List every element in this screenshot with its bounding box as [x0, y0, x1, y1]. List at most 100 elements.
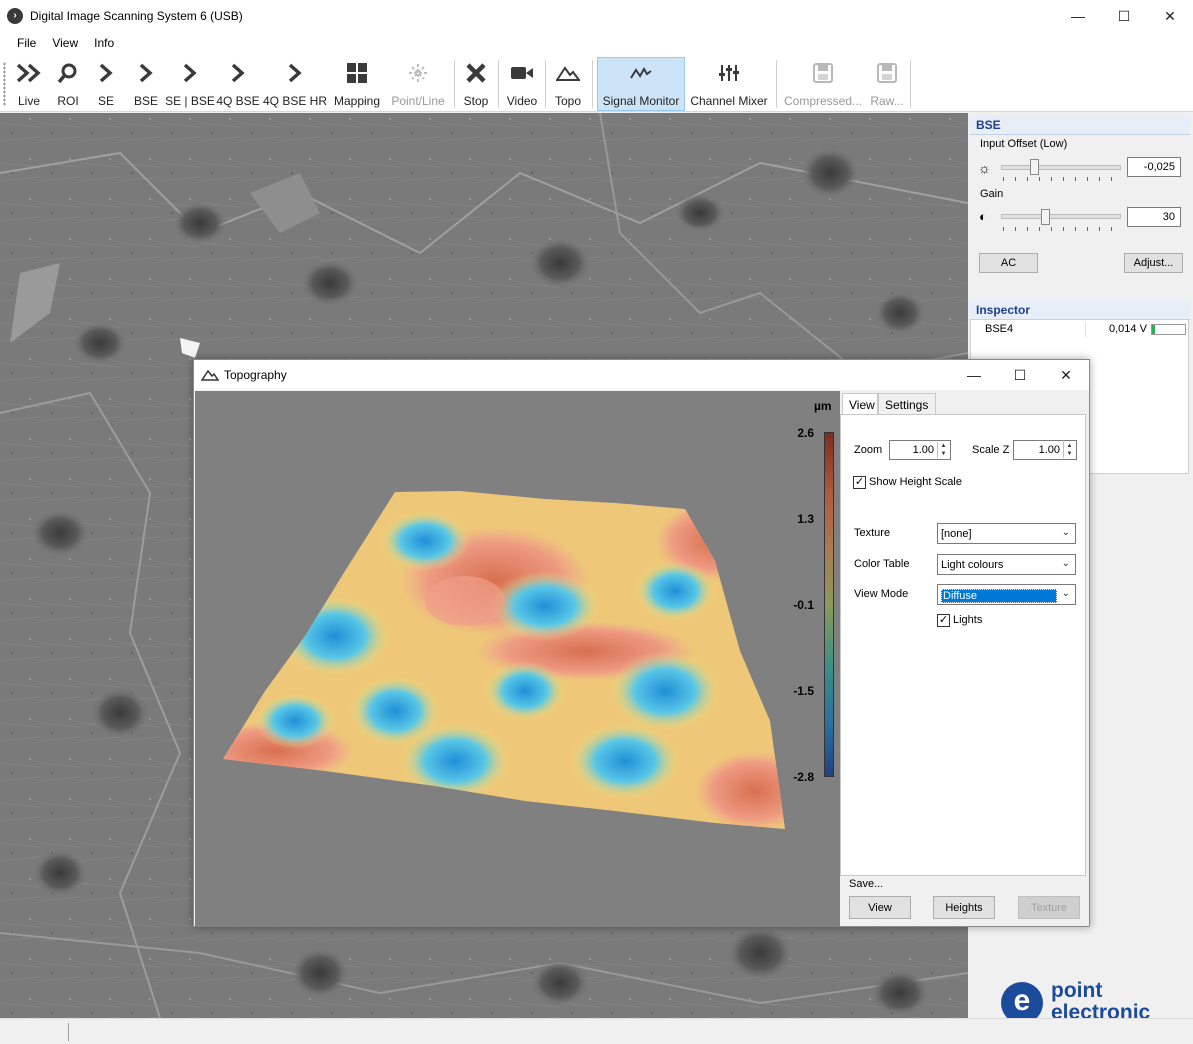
title-bar: › Digital Image Scanning System 6 (USB) … [0, 0, 1193, 32]
toolbar-grip[interactable] [3, 62, 6, 106]
grid-icon [346, 58, 368, 88]
height-scale-label: 2.6 [797, 426, 814, 440]
height-scale-label: -1.5 [793, 684, 814, 698]
mountain-icon [556, 58, 580, 88]
mountain-icon [200, 368, 220, 385]
chevron-right-icon [139, 58, 153, 88]
point-line-button[interactable]: Point/Line [389, 58, 447, 110]
gain-slider[interactable] [1001, 214, 1121, 219]
stop-x-icon [465, 58, 487, 88]
inspector-panel-title: Inspector [970, 300, 1190, 320]
topography-3d-view[interactable]: µm 2.6 1.3 -0.1 -1.5 -2.8 [195, 391, 840, 927]
height-scale-label: -2.8 [793, 770, 814, 784]
input-offset-slider-handle[interactable] [1030, 159, 1039, 175]
chevron-right-icon [231, 58, 245, 88]
close-button[interactable]: ✕ [1147, 0, 1193, 32]
save-view-button[interactable]: View [849, 896, 911, 919]
mapping-button[interactable]: Mapping [332, 58, 382, 110]
zoom-label: Zoom [854, 444, 883, 456]
contrast-icon: ◐ [979, 209, 987, 224]
topography-title-bar[interactable]: Topography — ☐ ✕ [194, 360, 1089, 390]
live-button[interactable]: Live [10, 58, 48, 110]
bse-button[interactable]: BSE [130, 58, 162, 110]
se-bse-button[interactable]: SE | BSE [165, 58, 215, 110]
gain-field[interactable]: 30 [1127, 207, 1181, 227]
save-texture-button[interactable]: Texture [1018, 896, 1080, 919]
menu-bar: File View Info [0, 32, 1193, 54]
4q-bse-button[interactable]: 4Q BSE [216, 58, 260, 110]
chevron-right-icon [288, 58, 302, 88]
view-tab-pane: Zoom 1.00 ▲ ▼ Scale Z 1.00 ▲ ▼ ✓ Show Height… [840, 414, 1086, 876]
status-bar [0, 1018, 1193, 1044]
height-scale-label: -0.1 [793, 598, 814, 612]
stop-button[interactable]: Stop [460, 58, 492, 110]
4q-bse-hr-button[interactable]: 4Q BSE HR [263, 58, 327, 110]
adjust-button[interactable]: Adjust... [1124, 253, 1183, 273]
topography-maximize-button[interactable]: ☐ [997, 360, 1043, 390]
color-table-select[interactable]: Light colours ⌄ [937, 554, 1076, 575]
chevron-down-icon: ⌄ [1061, 588, 1070, 599]
color-table-label: Color Table [854, 558, 910, 570]
spin-arrows-icon[interactable]: ▲ ▼ [937, 442, 949, 458]
se-button[interactable]: SE [92, 58, 120, 110]
signal-monitor-button[interactable]: Signal Monitor [597, 57, 685, 111]
magnifier-icon [57, 58, 79, 88]
channel-mixer-button[interactable]: Channel Mixer [689, 58, 769, 110]
video-camera-icon [510, 58, 534, 88]
floppy-disk-icon [876, 58, 898, 88]
save-heights-button[interactable]: Heights [933, 896, 995, 919]
spin-arrows-icon[interactable]: ▲ ▼ [1063, 442, 1075, 458]
texture-select[interactable]: [none] ⌄ [937, 523, 1076, 544]
gain-slider-handle[interactable] [1041, 209, 1050, 225]
scale-z-spinbox[interactable]: 1.00 ▲ ▼ [1013, 440, 1077, 460]
topography-surface-render [223, 491, 785, 829]
inspector-row[interactable]: BSE4 0,014 V [971, 321, 1188, 338]
zoom-spinbox[interactable]: 1.00 ▲ ▼ [889, 440, 951, 460]
input-offset-slider[interactable] [1001, 165, 1121, 170]
save-label: Save... [849, 878, 884, 890]
topography-dialog: Topography — ☐ ✕ µm 2.6 1.3 -0.1 -1.5 -2… [193, 359, 1090, 927]
height-color-bar [824, 432, 834, 777]
menu-view[interactable]: View [44, 36, 86, 50]
raw-save-button[interactable]: Raw... [868, 58, 906, 110]
chevron-right-icon [99, 58, 113, 88]
topo-button[interactable]: Topo [550, 58, 586, 110]
fast-forward-icon [16, 58, 42, 88]
view-mode-select[interactable]: Diffuse ⌄ [937, 584, 1076, 605]
inspector-channel: BSE4 [985, 323, 1014, 335]
lights-checkbox[interactable]: ✓ [937, 614, 950, 627]
gain-label: Gain [980, 188, 1004, 200]
floppy-disk-icon [812, 58, 834, 88]
chevron-right-icon [183, 58, 197, 88]
window-title: Digital Image Scanning System 6 (USB) [30, 9, 243, 23]
show-height-scale-label: Show Height Scale [869, 476, 962, 488]
menu-info[interactable]: Info [86, 36, 122, 50]
topography-title: Topography [224, 368, 287, 382]
tab-view[interactable]: View [842, 393, 878, 416]
scale-z-label: Scale Z [972, 444, 1010, 456]
signal-level-fill [1152, 325, 1156, 334]
minimize-button[interactable]: — [1055, 0, 1101, 32]
roi-button[interactable]: ROI [52, 58, 84, 110]
height-scale-label: 1.3 [797, 512, 814, 526]
sliders-icon [718, 58, 740, 88]
chevron-down-icon: ⌄ [1061, 527, 1070, 538]
topography-close-button[interactable]: ✕ [1043, 360, 1089, 390]
tab-settings[interactable]: Settings [878, 393, 936, 415]
video-button[interactable]: Video [504, 58, 540, 110]
ac-button[interactable]: AC [979, 253, 1038, 273]
bse-panel-title: BSE [970, 115, 1190, 135]
chevron-down-icon: ⌄ [1061, 558, 1070, 569]
maximize-button[interactable]: ☐ [1101, 0, 1147, 32]
waveform-icon [629, 58, 653, 88]
compressed-save-button[interactable]: Compressed... [782, 58, 864, 110]
brightness-icon: ☼ [978, 160, 991, 176]
view-mode-label: View Mode [854, 588, 909, 600]
topography-minimize-button[interactable]: — [951, 360, 997, 390]
menu-file[interactable]: File [9, 36, 44, 50]
input-offset-field[interactable]: -0,025 [1127, 157, 1181, 177]
texture-label: Texture [854, 527, 891, 539]
app-logo-icon: › [7, 8, 23, 24]
show-height-scale-checkbox[interactable]: ✓ [853, 476, 866, 489]
lights-label: Lights [953, 614, 983, 626]
